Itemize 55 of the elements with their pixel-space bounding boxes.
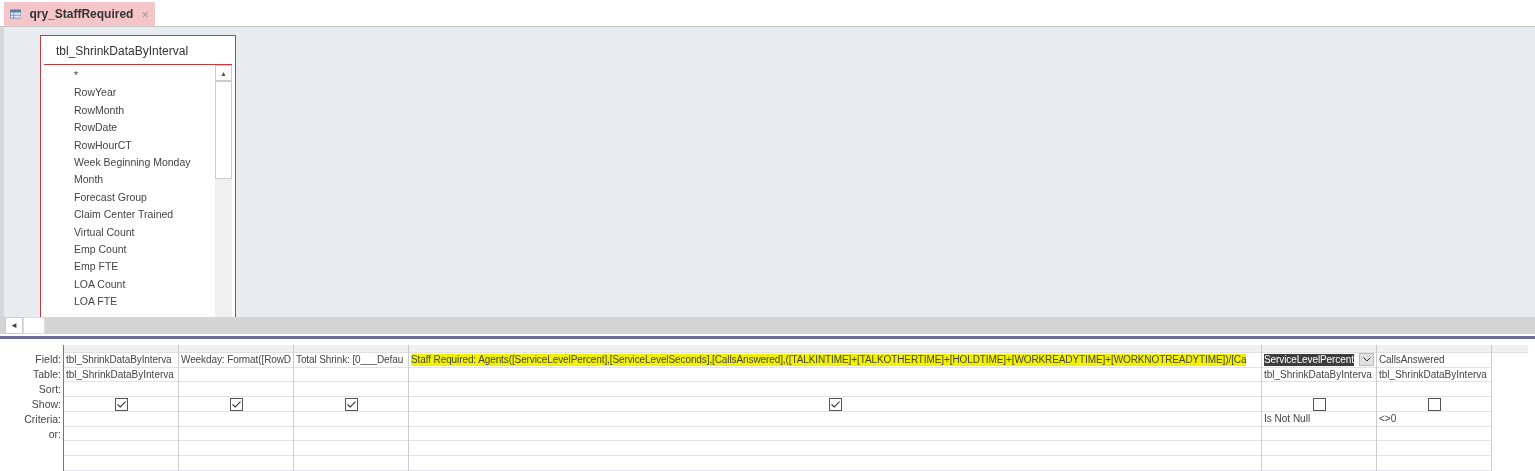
field-item[interactable]: * [74, 67, 215, 85]
horizontal-scrollbar[interactable]: ◄ [0, 317, 1535, 334]
show-checkbox[interactable] [114, 397, 128, 411]
table-title: tbl_ShrinkDataByInterval [44, 36, 232, 65]
field-item[interactable]: Claim Center Trained [74, 206, 215, 224]
checkmark-icon [346, 400, 356, 408]
field-item[interactable]: RowYear [74, 84, 215, 102]
show-checkbox[interactable] [828, 397, 842, 411]
field-item[interactable]: LOA FTE [74, 293, 215, 311]
show-checkbox[interactable] [1312, 397, 1326, 411]
criteria-cell[interactable]: Is Not Null [1264, 413, 1311, 425]
column-selector[interactable] [1492, 345, 1528, 353]
table-cell[interactable]: tbl_ShrinkDataByInterva [1379, 369, 1487, 380]
field-cell[interactable]: Total Shrink: [0___Defau [296, 353, 404, 366]
row-label: Table: [31, 367, 62, 382]
field-item[interactable]: Forecast Group [74, 188, 215, 207]
column-selector[interactable] [64, 345, 178, 353]
show-checkbox[interactable] [1427, 397, 1441, 411]
row-label: Criteria: [23, 412, 62, 427]
field-item[interactable]: Emp Count [74, 240, 215, 259]
table-cell[interactable]: tbl_ShrinkDataByInterva [1264, 369, 1372, 380]
checkmark-icon [116, 400, 126, 408]
row-label: Field: [34, 352, 62, 367]
row-label: Sort: [37, 382, 62, 397]
scroll-left-button[interactable]: ◄ [5, 317, 23, 334]
table-cell[interactable]: tbl_ShrinkDataByInterva [66, 369, 174, 380]
field-cell[interactable]: ServiceLevelPercent [1264, 353, 1354, 366]
field-item[interactable]: Month [74, 171, 215, 189]
field-item[interactable]: Week Beginning Monday [74, 153, 215, 172]
criteria-cell[interactable]: <>0 [1379, 413, 1397, 425]
field-item[interactable]: RowMonth [74, 101, 215, 120]
caret-icon [1362, 357, 1371, 363]
field-cell[interactable]: CallsAnswered [1379, 353, 1445, 366]
field-cell[interactable]: tbl_ShrinkDataByInterva [66, 353, 172, 366]
field-cell[interactable]: Weekday: Format([RowD [181, 353, 291, 366]
scrollbar-thumb[interactable] [215, 81, 232, 179]
field-item[interactable]: RowDate [74, 119, 215, 137]
field-item[interactable]: RowHourCT [74, 136, 215, 154]
show-checkbox[interactable] [229, 397, 243, 411]
show-checkbox[interactable] [344, 397, 358, 411]
column-selector[interactable] [179, 345, 293, 353]
column-selector[interactable] [409, 345, 1261, 353]
field-item[interactable]: Virtual Count [74, 223, 215, 241]
field-item[interactable]: LOA Count [74, 275, 215, 294]
scrollbar-thumb[interactable] [23, 317, 45, 334]
dropdown-button[interactable] [1359, 353, 1374, 367]
field-item[interactable]: Emp FTE [74, 258, 215, 276]
row-label: or: [47, 427, 62, 442]
tab-title: qry_StaffRequired [29, 7, 134, 21]
checkmark-icon [231, 400, 241, 408]
row-label: Show: [30, 397, 62, 412]
checkmark-icon [830, 400, 840, 408]
query-tab[interactable]: qry_StaffRequired × [4, 2, 155, 26]
query-icon [10, 7, 22, 21]
column-selector[interactable] [294, 345, 408, 353]
